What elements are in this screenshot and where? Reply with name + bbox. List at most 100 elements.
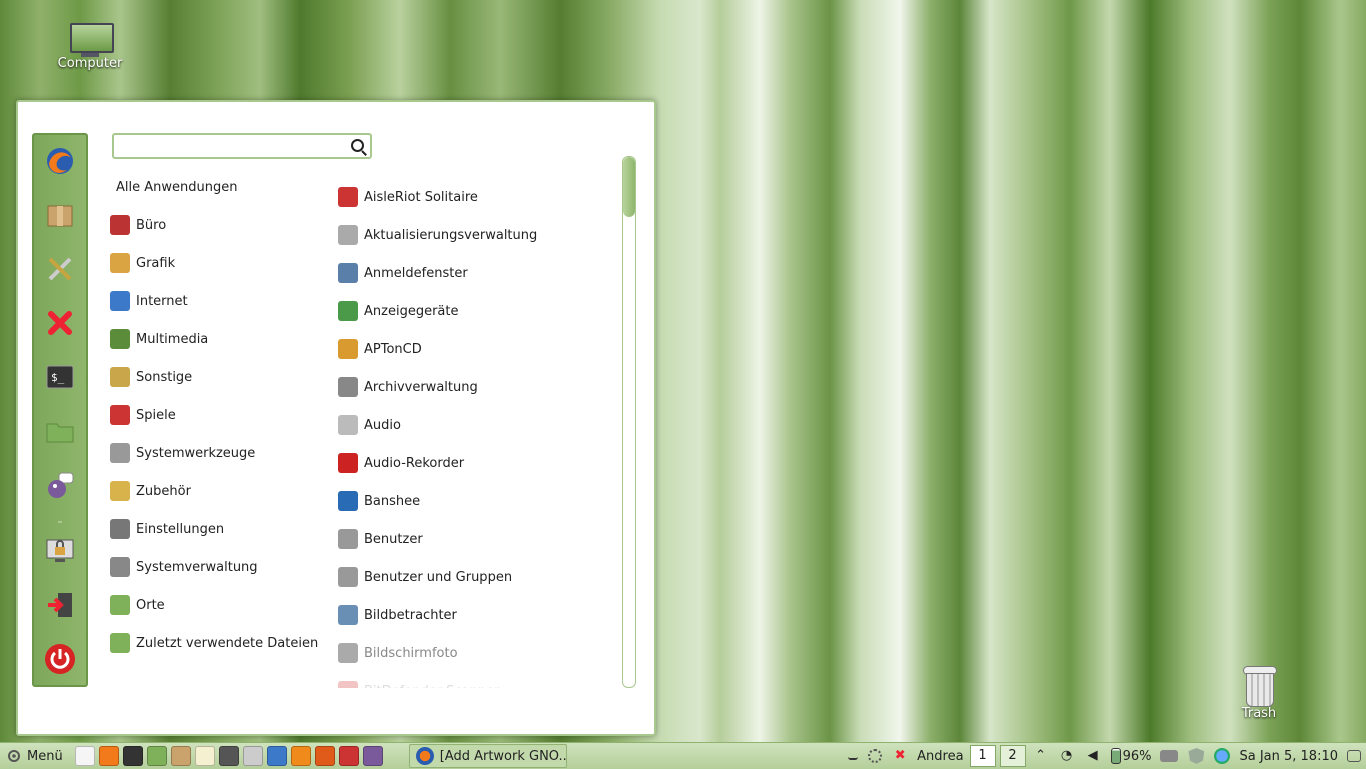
keyboard-indicator-icon[interactable] (848, 752, 859, 760)
application-label: Banshee (364, 493, 421, 509)
firefox-icon (415, 747, 434, 765)
lock-screen-icon[interactable] (44, 535, 76, 567)
application-item[interactable]: Benutzer (336, 520, 626, 558)
bitdefender-icon (338, 681, 358, 688)
category-all-applications[interactable]: Alle Anwendungen (108, 178, 322, 198)
application-label: AisleRiot Solitaire (364, 189, 478, 205)
application-item[interactable]: Aktualisierungsverwaltung (336, 216, 626, 254)
category-label: Zuletzt verwendete Dateien (136, 635, 319, 651)
application-item[interactable]: APTonCD (336, 330, 626, 368)
workspace-2[interactable]: 2 (999, 745, 1026, 767)
application-item[interactable]: BitDefender Scanner (336, 672, 626, 688)
login-window-icon (338, 263, 358, 283)
close-icon[interactable] (44, 307, 76, 339)
system-tray: ✖ Andrea 1 2 ⌃ ◔ ◀ 96% Sa Jan 5, 18:10 (843, 743, 1366, 769)
archive-icon (338, 377, 358, 397)
workspace-1[interactable]: 1 (969, 745, 996, 767)
folder-icon[interactable] (44, 415, 76, 447)
close-icon[interactable]: ✖ (892, 748, 908, 764)
volume-icon[interactable]: ◀ (1085, 748, 1101, 764)
brightness-icon[interactable] (868, 749, 883, 763)
update-shield-icon[interactable] (1188, 748, 1205, 764)
taskbar-window-button[interactable]: [Add Artwork GNO... (408, 744, 567, 768)
category-item[interactable]: Spiele (108, 396, 322, 434)
category-item[interactable]: Einstellungen (108, 510, 322, 548)
category-item[interactable]: Systemverwaltung (108, 548, 322, 586)
internet-icon (110, 291, 130, 311)
camera-icon[interactable] (218, 746, 239, 766)
desktop-computer-icon[interactable]: Computer (52, 22, 128, 71)
trash-icon (1242, 664, 1277, 707)
network-icon[interactable] (266, 746, 287, 766)
menu-button[interactable]: Menü (0, 744, 69, 768)
pidgin-icon[interactable] (44, 469, 76, 501)
application-item[interactable]: Benutzer und Gruppen (336, 558, 626, 596)
vlc-icon[interactable] (290, 746, 311, 766)
category-item[interactable]: Zubehör (108, 472, 322, 510)
wifi-icon[interactable]: ◔ (1059, 748, 1075, 764)
firefox-icon[interactable] (98, 746, 119, 766)
computer-icon (67, 22, 114, 57)
category-item[interactable]: Büro (108, 206, 322, 244)
application-label: BitDefender Scanner (364, 684, 499, 689)
application-item[interactable]: Bildschirmfoto (336, 634, 626, 672)
drive-icon[interactable] (1160, 750, 1179, 762)
package-icon[interactable] (170, 746, 191, 766)
system-tools-icon (110, 443, 130, 463)
games-icon (110, 405, 130, 425)
text-editor-icon[interactable] (194, 746, 215, 766)
scrollbar-thumb[interactable] (623, 157, 635, 217)
pidgin-icon[interactable] (362, 746, 383, 766)
application-item[interactable]: Anzeigegeräte (336, 292, 626, 330)
update-shield-icon (338, 225, 358, 245)
clock[interactable]: Sa Jan 5, 18:10 (1239, 749, 1338, 764)
chevron-up-icon[interactable]: ⌃ (1033, 748, 1049, 764)
users-groups-icon (338, 567, 358, 587)
application-item[interactable]: Archivverwaltung (336, 368, 626, 406)
application-item[interactable]: Banshee (336, 482, 626, 520)
application-label: Anmeldefenster (364, 265, 468, 281)
application-label: Archivverwaltung (364, 379, 478, 395)
folder-icon[interactable] (146, 746, 167, 766)
category-item[interactable]: Sonstige (108, 358, 322, 396)
battery-level: 96% (1122, 748, 1152, 764)
category-item[interactable]: Zuletzt verwendete Dateien (108, 624, 322, 662)
banshee-icon (338, 491, 358, 511)
show-desktop-icon[interactable] (74, 746, 95, 766)
category-item[interactable]: Multimedia (108, 320, 322, 358)
application-item[interactable]: Anmeldefenster (336, 254, 626, 292)
terminal-icon[interactable] (122, 746, 143, 766)
application-item[interactable]: AisleRiot Solitaire (336, 178, 626, 216)
battery-icon[interactable] (1110, 748, 1121, 764)
category-item[interactable]: Grafik (108, 244, 322, 282)
application-item[interactable]: Bildbetrachter (336, 596, 626, 634)
category-item[interactable]: Orte (108, 586, 322, 624)
display-icon (338, 301, 358, 321)
terminal-icon[interactable]: $_ (44, 361, 76, 393)
category-item[interactable]: Internet (108, 282, 322, 320)
menu-button-label: Menü (27, 748, 63, 764)
desktop-trash-icon[interactable]: Trash (1222, 664, 1296, 721)
application-item[interactable]: Audio (336, 406, 626, 444)
application-item[interactable]: Audio-Rekorder (336, 444, 626, 482)
ubuntu-one-icon[interactable] (314, 746, 335, 766)
category-label: Grafik (136, 255, 176, 271)
network-globe-icon[interactable] (1214, 748, 1231, 764)
category-label: Orte (136, 597, 165, 613)
power-icon[interactable] (44, 643, 76, 675)
search-input[interactable] (118, 135, 342, 157)
cards-icon[interactable] (338, 746, 359, 766)
user-name[interactable]: Andrea (917, 749, 963, 764)
tools-icon[interactable] (44, 253, 76, 285)
tools-icon[interactable] (242, 746, 263, 766)
logout-icon[interactable] (44, 589, 76, 621)
application-list-scrollbar[interactable] (622, 156, 636, 688)
package-icon[interactable] (44, 199, 76, 231)
category-item[interactable]: Systemwerkzeuge (108, 434, 322, 472)
firefox-icon[interactable] (44, 145, 76, 177)
search-icon[interactable] (351, 139, 364, 152)
show-desktop-icon[interactable] (1347, 750, 1361, 762)
taskbar: Menü [Add Artwork GNO... ✖ Andrea 1 2 ⌃ … (0, 742, 1366, 769)
graphics-icon (110, 253, 130, 273)
category-label: Büro (136, 217, 167, 233)
